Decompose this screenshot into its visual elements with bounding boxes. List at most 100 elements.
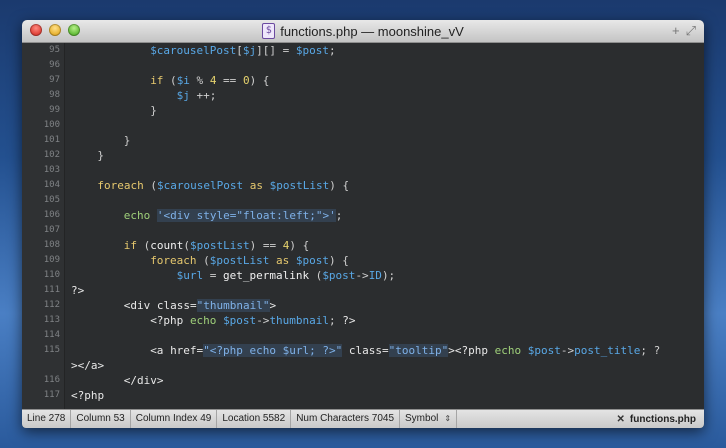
code-token: $post [527,344,561,357]
code-token: 0 [242,74,250,87]
code-line[interactable]: 96 [49,58,704,73]
line-number: 106 [43,210,60,220]
code-line[interactable]: 99} [49,103,704,118]
code-token: "<?php echo $url; ?>" [203,344,343,357]
editor-window: $ functions.php — moonshine_vV + ⤢ 95 $ca… [22,20,704,428]
code-token: ++; [189,89,217,102]
code-token: ) == [249,239,283,252]
code-line[interactable]: 108 if (count($postList) == 4) { [44,238,704,253]
code-line[interactable]: 114 [44,328,704,343]
code-token: </div> [123,374,164,387]
code-line[interactable]: 116 </div> [44,373,704,388]
code-token: as [269,254,296,267]
symbol-popup[interactable]: Symbol ⇕ [400,410,458,428]
code-token: ) { [329,179,350,192]
code-line[interactable]: 104 foreach ($carouselPost as $postList) … [44,178,704,193]
code-line[interactable]: 111 ?> [44,283,704,298]
updown-arrows-icon: ⇕ [444,414,452,423]
line-number: 103 [43,165,60,175]
code-token: '<div style="float:left;">' [156,209,336,222]
line-number: 108 [43,240,60,250]
code-token: get_permalink [222,269,310,282]
code-line[interactable]: ></a> [65,358,704,373]
line-number: 110 [43,270,60,280]
code-token: $j [176,89,190,102]
code-text: } [150,103,157,118]
line-number: 102 [43,150,60,160]
code-text: } [124,133,131,148]
code-line[interactable]: 110 $url = get_permalink ($post->ID); [44,268,704,283]
code-text: <?php echo $post->thumbnail; ?> [150,313,355,328]
code-token: $post [223,314,257,327]
code-text: if (count($postList) == 4) { [124,238,309,253]
code-line[interactable]: 102} [44,148,704,163]
code-token: echo [189,314,217,327]
code-token: $post [295,254,330,267]
plus-icon[interactable]: + [672,23,680,39]
code-token: } [123,134,131,147]
code-token: > [269,299,277,312]
code-line[interactable]: 107 [44,223,704,238]
code-line[interactable]: 103 [44,163,704,178]
code-line[interactable]: 105 [44,193,704,208]
code-token: [ [236,44,243,57]
code-text: echo '<div style="float:left;">'; [124,208,343,223]
line-number: 113 [43,315,60,325]
line-number: 112 [43,300,60,310]
code-token: $i [176,74,190,87]
window-title: functions.php — moonshine_vV [280,23,464,39]
code-line[interactable]: 100 [44,118,704,133]
open-file-tab[interactable]: ✕ functions.php [617,414,705,425]
title-bar[interactable]: $ functions.php — moonshine_vV + ⤢ [22,20,704,43]
code-token: -> [560,344,575,357]
code-line[interactable]: 97 if ($i % 4 == 0) { [49,73,704,88]
status-num-characters: Num Characters 7045 [291,410,401,428]
line-number: 101 [43,135,60,145]
code-token: ) { [329,254,349,267]
code-token: ; [335,209,343,222]
code-token: as [243,179,270,192]
code-line[interactable]: 117 <?php [44,388,704,403]
line-number: 111 [43,285,60,295]
code-token: ][] = [256,44,296,57]
code-token: ID [368,269,382,282]
code-token: ) { [249,74,270,87]
status-bar: Line 278 Column 53 Column Index 49 Locat… [22,409,704,428]
code-token: ; [329,44,336,57]
code-line[interactable]: 106 echo '<div style="float:left;">'; [44,208,704,223]
code-token: href= [170,344,204,357]
fullscreen-icon[interactable]: ⤢ [686,23,696,39]
code-area[interactable]: 95 $carouselPost[$j][] = $post; 96 97 if ($i… [44,43,704,410]
code-line[interactable]: 113 <?php echo $post->thumbnail; ?> [44,313,704,328]
code-token: $post [322,269,356,282]
code-text: <a href="<?php echo $url; ?>" class="too… [150,343,660,358]
code-token: if [123,239,138,252]
code-line[interactable]: 109 foreach ($postList as $post) { [44,253,704,268]
code-line[interactable]: 95 $carouselPost[$j][] = $post; [49,43,704,58]
code-line[interactable]: 112 <div class="thumbnail"> [44,298,704,313]
symbol-label: Symbol [405,413,439,424]
code-token: } [97,149,105,162]
code-token: ( [309,269,323,282]
code-line[interactable]: 101} [44,133,704,148]
code-token: % [189,74,210,87]
code-token: ( [143,179,157,192]
code-token: thumbnail [269,314,330,327]
code-editor[interactable]: 95 $carouselPost[$j][] = $post; 96 97 if ($i… [22,43,704,410]
code-token: count [150,239,184,252]
code-token: $url [176,269,204,282]
code-line[interactable]: 115 <a href="<?php echo $url; ?>" class="… [44,343,704,358]
code-text: <?php [71,388,104,403]
code-token: $carouselPost [157,179,244,192]
code-token: ) { [289,239,310,252]
code-text: } [97,148,104,163]
line-number: 100 [43,120,60,130]
code-text: foreach ($carouselPost as $postList) { [97,178,349,193]
close-icon[interactable]: ✕ [617,414,625,425]
code-token: $postList [190,239,250,252]
code-token: class= [156,299,197,312]
code-line[interactable]: 98 $j ++; [49,88,704,103]
code-token: post_title [574,344,641,357]
